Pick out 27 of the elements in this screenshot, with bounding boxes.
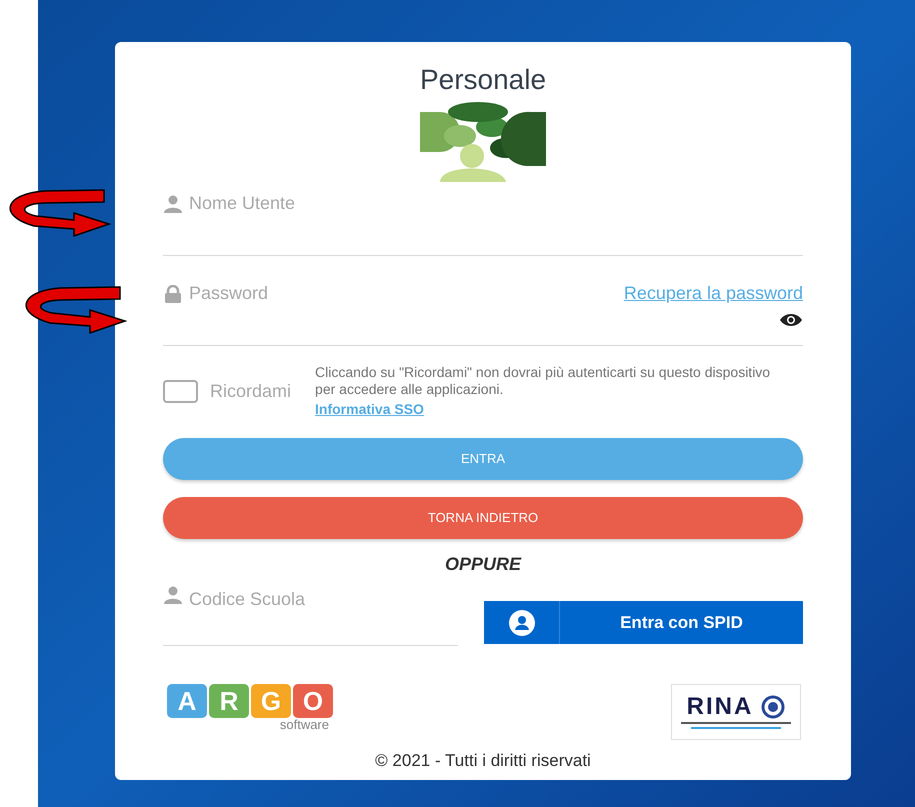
- certification-badge: RINA: [671, 684, 801, 740]
- show-password-icon[interactable]: [779, 313, 803, 327]
- logo-subtitle: software: [280, 718, 329, 732]
- logo-letter: R: [209, 684, 249, 718]
- spid-user-icon: [508, 608, 536, 636]
- copyright-text: © 2021 - Tutti i diritti riservati: [374, 750, 592, 772]
- logo-letter: G: [251, 684, 291, 718]
- remember-label: Ricordami: [210, 380, 292, 403]
- password-field[interactable]: Password: [189, 280, 618, 307]
- school-code-field[interactable]: Codice Scuola: [189, 586, 458, 613]
- username-field[interactable]: Nome Utente: [189, 190, 803, 217]
- action-button[interactable]: ENTRA: [163, 438, 803, 480]
- seal-icon: [761, 695, 786, 719]
- spid-button[interactable]: Entra con SPID: [484, 601, 803, 644]
- sso-info-link[interactable]: Informativa SSO: [315, 401, 424, 417]
- page-title: Personale: [418, 64, 548, 96]
- recover-password-link[interactable]: Recupera la password: [624, 280, 803, 307]
- remember-checkbox[interactable]: [163, 380, 198, 403]
- remember-note: Cliccando su "Ricordami" non dovrai più autenticarti su questo dispositivo per accedere alle applicazioni.: [315, 364, 772, 398]
- separator-label: OPPURE: [444, 553, 522, 576]
- user-icon: [163, 194, 183, 212]
- lock-icon: [163, 284, 183, 302]
- action-button[interactable]: TORNA INDIETRO: [163, 497, 803, 539]
- logo-icon: [420, 102, 546, 182]
- user-icon: [163, 586, 183, 604]
- logo-letter: O: [293, 684, 333, 718]
- logo-letter: A: [167, 684, 207, 718]
